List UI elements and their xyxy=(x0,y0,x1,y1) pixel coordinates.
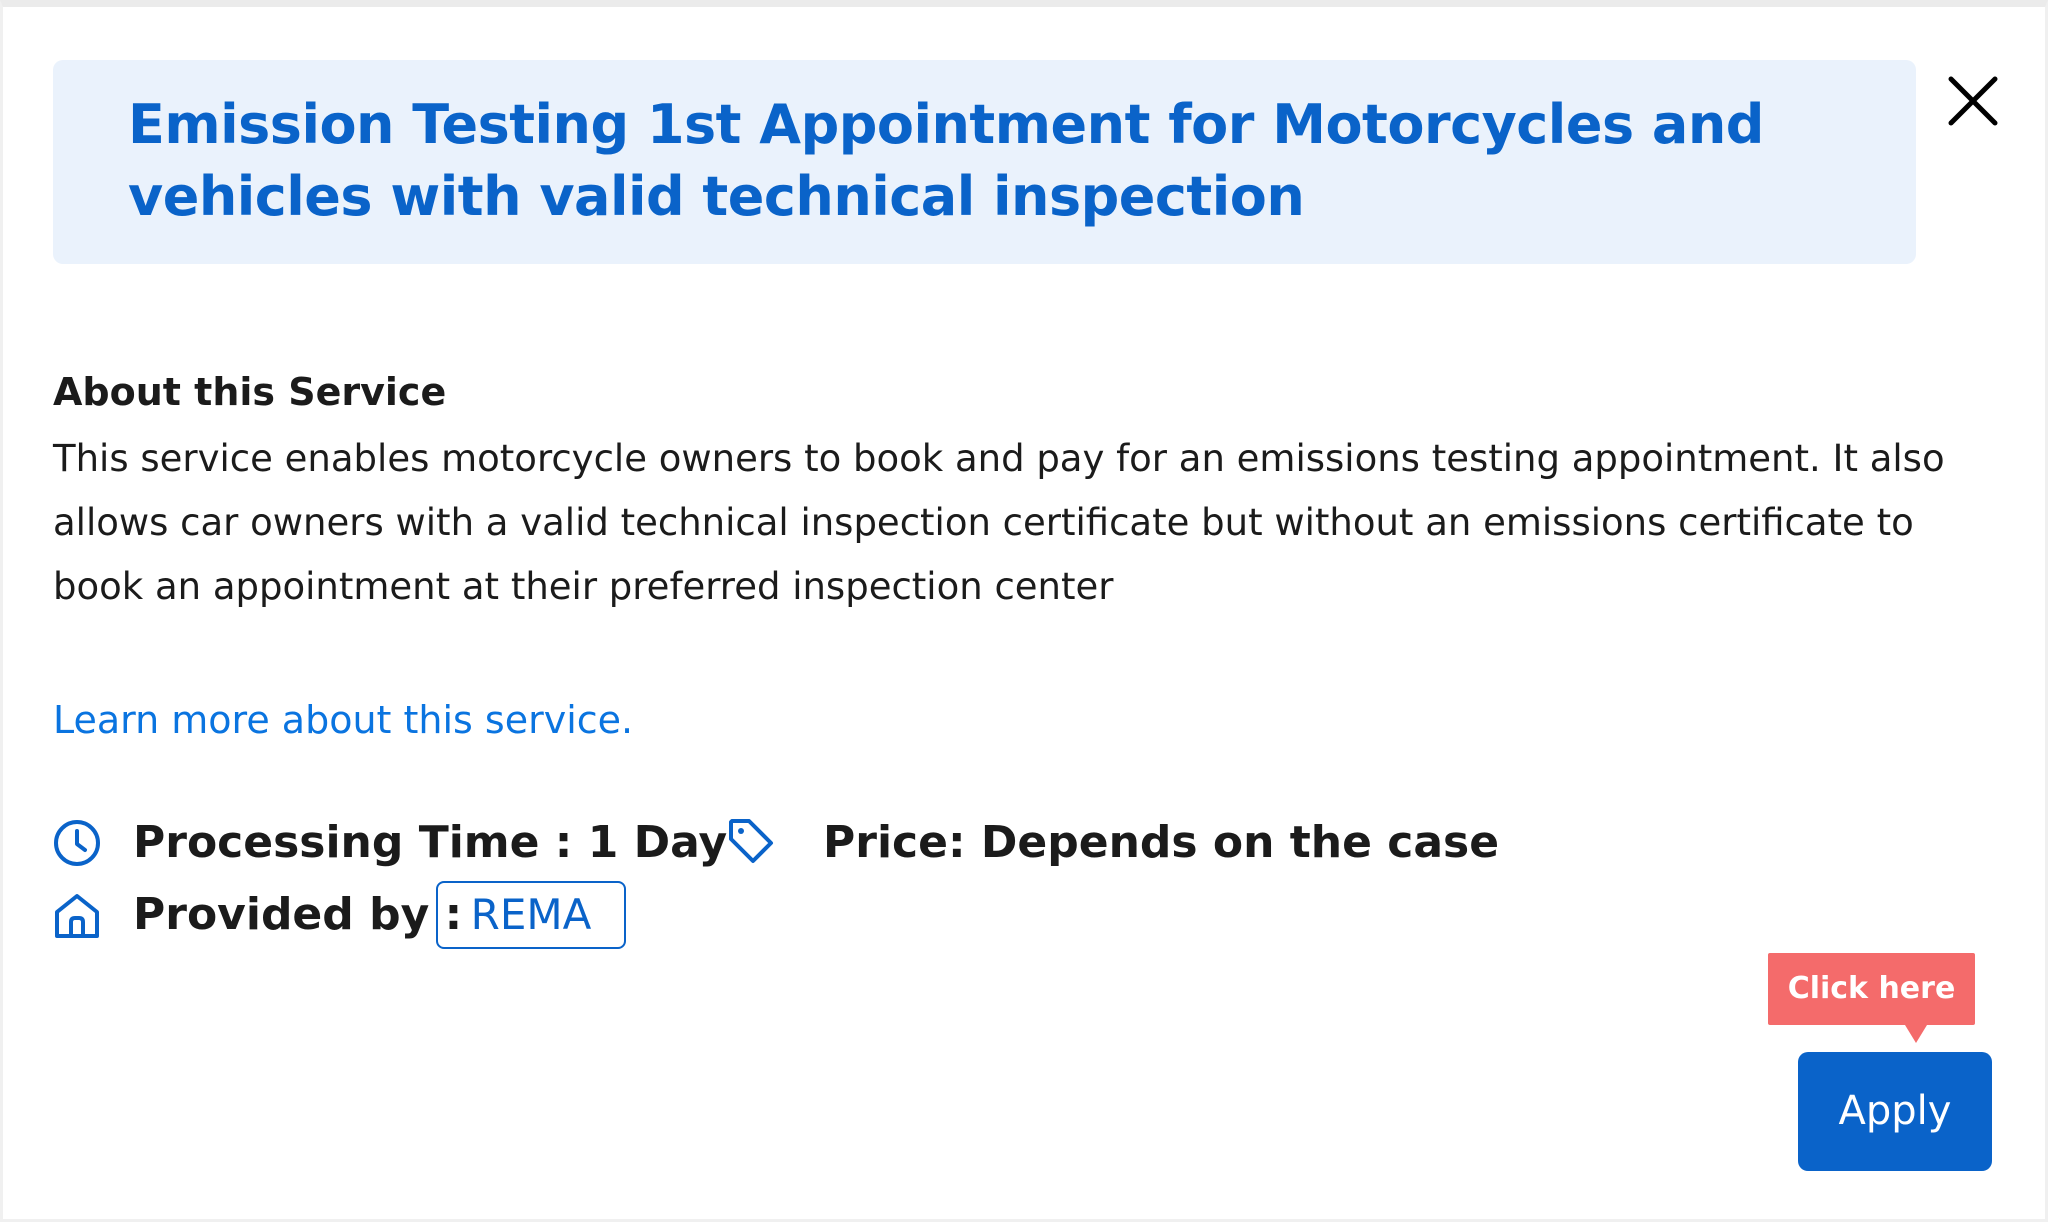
clock-icon xyxy=(54,820,100,866)
close-button[interactable] xyxy=(1945,73,2001,129)
processing-time: Processing Time : 1 Day xyxy=(133,817,728,868)
home-icon xyxy=(55,894,99,938)
price-tag-icon xyxy=(729,819,773,863)
price: Price: Depends on the case xyxy=(823,817,1500,868)
provider-badge[interactable]: REMA xyxy=(436,881,626,949)
click-here-tooltip: Click here xyxy=(1768,953,1975,1025)
about-heading: About this Service xyxy=(53,370,447,414)
tooltip-pointer xyxy=(1905,1025,1927,1043)
dialog-title: Emission Testing 1st Appointment for Mot… xyxy=(128,93,1764,228)
apply-button[interactable]: Apply xyxy=(1798,1052,1992,1171)
close-icon xyxy=(1948,76,1998,126)
provided-by-label: Provided by : xyxy=(133,889,463,940)
about-description: This service enables motorcycle owners t… xyxy=(53,437,1945,608)
learn-more-link[interactable]: Learn more about this service. xyxy=(53,690,633,750)
service-dialog: Emission Testing 1st Appointment for Mot… xyxy=(0,0,2048,1222)
